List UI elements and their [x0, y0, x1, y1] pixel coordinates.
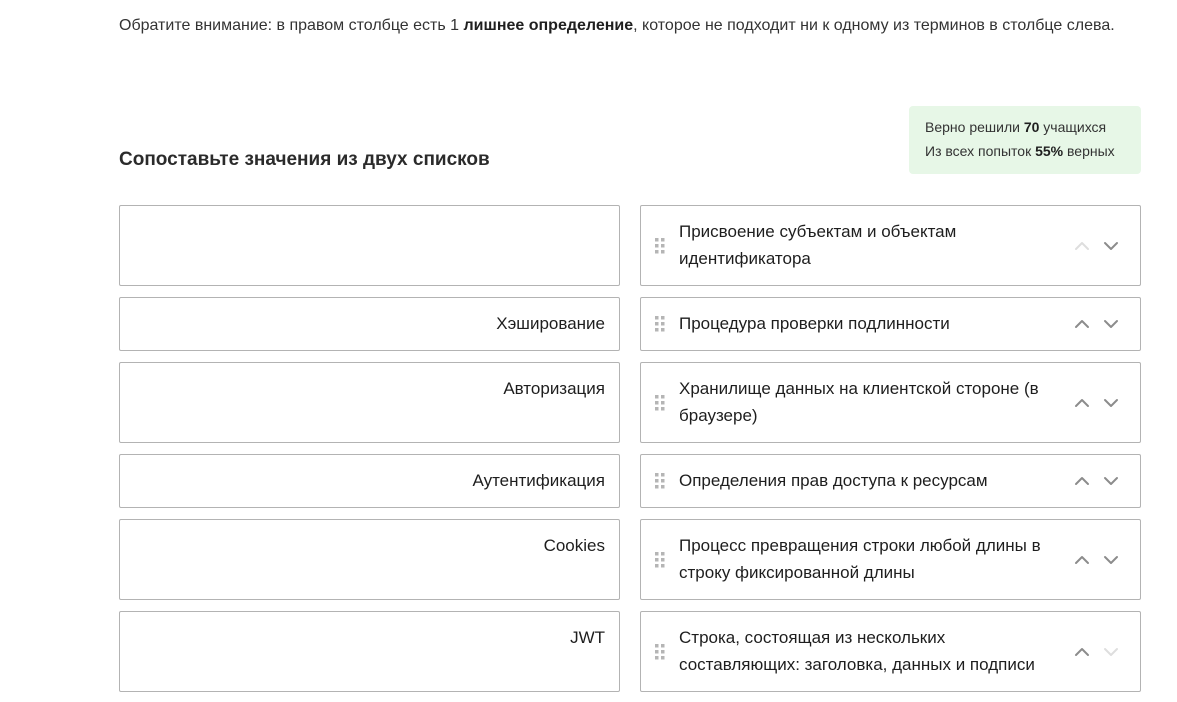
stats-solved-prefix: Верно решили — [925, 119, 1024, 135]
move-down-button[interactable] — [1102, 551, 1120, 569]
stats-solved-count: 70 — [1023, 119, 1040, 135]
definition-card[interactable]: Присвоение субъектам и объектам идентифи… — [640, 205, 1141, 286]
move-up-button[interactable] — [1073, 551, 1091, 569]
drag-handle-icon[interactable] — [655, 394, 665, 411]
reorder-controls — [1073, 237, 1120, 255]
chevron-down-icon[interactable] — [1102, 394, 1120, 412]
chevron-down-icon[interactable] — [1102, 237, 1120, 255]
chevron-down-icon[interactable] — [1102, 551, 1120, 569]
notice-text-before: Обратите внимание: в правом столбце есть… — [119, 17, 464, 34]
reorder-controls — [1073, 643, 1120, 661]
chevron-up-icon — [1075, 241, 1089, 250]
definition-text: Хранилище данных на клиентской стороне (… — [679, 379, 1039, 425]
instruction-notice: Обратите внимание: в правом столбце есть… — [119, 14, 1115, 38]
definition-card[interactable]: Строка, состоящая из нескольких составля… — [640, 611, 1141, 692]
move-down-button[interactable] — [1102, 237, 1120, 255]
match-row: Авторизация Хранилище данных на клиентск… — [119, 362, 1141, 443]
stats-attempts-suffix: верных — [1063, 143, 1115, 159]
match-row: JWT Строка, состоящая из нескольких сост… — [119, 611, 1141, 692]
definition-card[interactable]: Хранилище данных на клиентской стороне (… — [640, 362, 1141, 443]
stats-attempts-prefix: Из всех попыток — [925, 143, 1036, 159]
reorder-controls — [1073, 315, 1120, 333]
drag-handle-icon[interactable] — [655, 473, 665, 489]
term-slot: Cookies — [119, 519, 620, 600]
definition-text: Присвоение субъектам и объектам идентифи… — [679, 222, 957, 268]
move-down-button[interactable] — [1102, 315, 1120, 333]
term-slot: Авторизация — [119, 362, 620, 443]
drag-handle-icon[interactable] — [655, 551, 665, 568]
chevron-up-icon[interactable] — [1073, 315, 1091, 333]
chevron-down-icon — [1104, 647, 1118, 656]
move-up-button — [1073, 237, 1091, 255]
term-label: Хэширование — [496, 314, 605, 333]
chevron-up-icon[interactable] — [1073, 551, 1091, 569]
drag-handle-icon[interactable] — [655, 316, 665, 332]
definition-card[interactable]: Процедура проверки подлинности — [640, 297, 1141, 351]
term-label: JWT — [570, 628, 605, 647]
term-label: Аутентификация — [472, 471, 605, 490]
matching-board: Присвоение субъектам и объектам идентифи… — [119, 205, 1141, 692]
match-row: Аутентификация Определения прав доступа … — [119, 454, 1141, 508]
definition-text: Процесс превращения строки любой длины в… — [679, 536, 1041, 582]
notice-text-after: , которое не подходит ни к одному из тер… — [633, 17, 1115, 34]
chevron-down-icon[interactable] — [1102, 472, 1120, 490]
definition-text: Процедура проверки подлинности — [679, 314, 950, 333]
chevron-up-icon[interactable] — [1073, 394, 1091, 412]
chevron-down-icon[interactable] — [1102, 315, 1120, 333]
task-title: Сопоставьте значения из двух списков — [119, 149, 490, 170]
term-slot: JWT — [119, 611, 620, 692]
reorder-controls — [1073, 394, 1120, 412]
term-label: Авторизация — [503, 379, 605, 398]
match-row: Хэширование Процедура проверки подлиннос… — [119, 297, 1141, 351]
reorder-controls — [1073, 472, 1120, 490]
stats-solved-line: Верно решили 70 учащихся — [925, 115, 1141, 139]
drag-handle-icon[interactable] — [655, 643, 665, 660]
term-slot: Хэширование — [119, 297, 620, 351]
move-down-button[interactable] — [1102, 394, 1120, 412]
match-row: Cookies Процесс превращения строки любой… — [119, 519, 1141, 600]
match-row: Присвоение субъектам и объектам идентифи… — [119, 205, 1141, 286]
move-up-button[interactable] — [1073, 643, 1091, 661]
move-down-button[interactable] — [1102, 472, 1120, 490]
drag-handle-icon[interactable] — [655, 237, 665, 254]
move-up-button[interactable] — [1073, 394, 1091, 412]
term-label: Cookies — [543, 536, 605, 555]
move-down-button — [1102, 643, 1120, 661]
stats-solved-suffix: учащихся — [1039, 119, 1107, 135]
reorder-controls — [1073, 551, 1120, 569]
move-up-button[interactable] — [1073, 472, 1091, 490]
stats-attempts-line: Из всех попыток 55% верных — [925, 139, 1141, 163]
stats-panel: Верно решили 70 учащихся Из всех попыток… — [909, 106, 1141, 174]
definition-card[interactable]: Определения прав доступа к ресурсам — [640, 454, 1141, 508]
move-up-button[interactable] — [1073, 315, 1091, 333]
chevron-up-icon[interactable] — [1073, 643, 1091, 661]
definition-text: Строка, состоящая из нескольких составля… — [679, 628, 1035, 674]
chevron-up-icon[interactable] — [1073, 472, 1091, 490]
term-slot: Аутентификация — [119, 454, 620, 508]
definition-card[interactable]: Процесс превращения строки любой длины в… — [640, 519, 1141, 600]
notice-emphasis: лишнее определение — [463, 17, 634, 34]
stats-attempts-percent: 55% — [1035, 143, 1064, 159]
term-slot — [119, 205, 620, 286]
definition-text: Определения прав доступа к ресурсам — [679, 471, 988, 490]
